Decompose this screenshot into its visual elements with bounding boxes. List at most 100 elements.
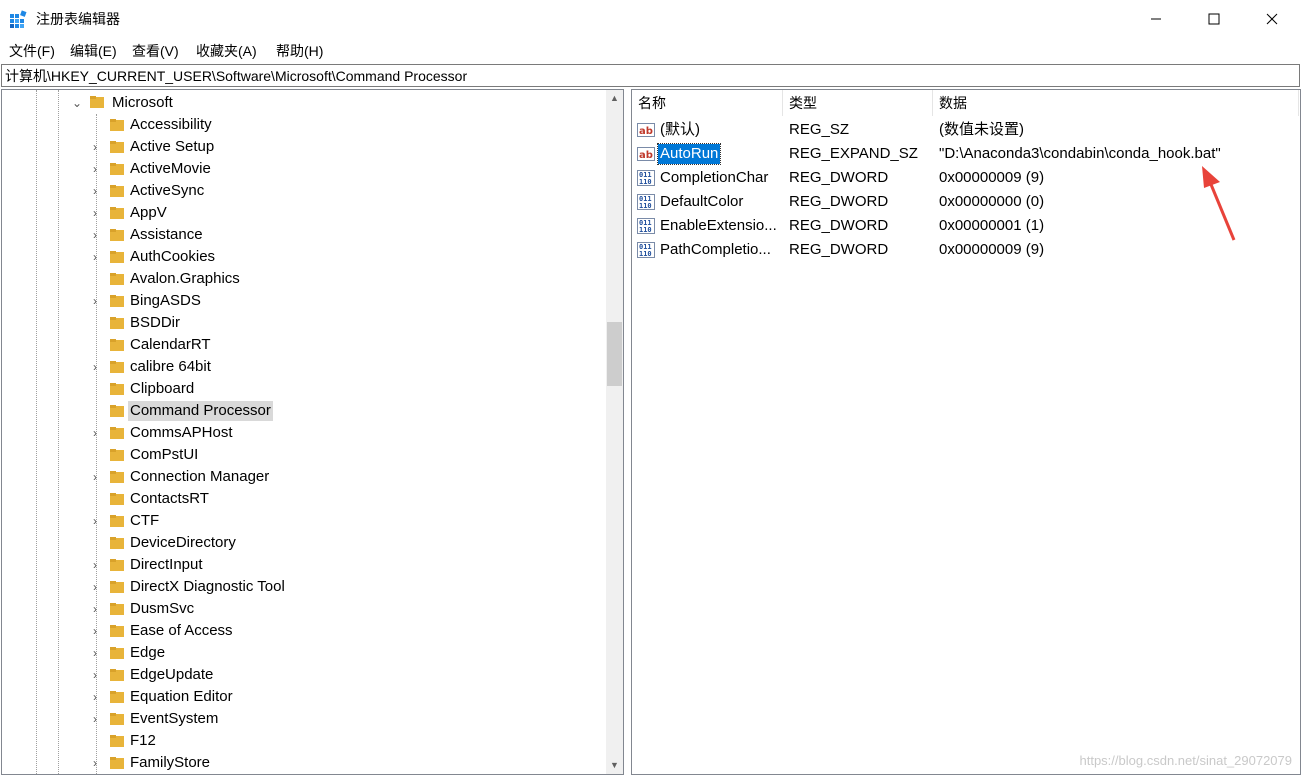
- folder-icon: [110, 625, 124, 637]
- key-tree-pane[interactable]: ⌄ Microsoft Accessibility › Active Setup › A…: [1, 89, 624, 775]
- tree-item[interactable]: ContactsRT: [2, 488, 602, 510]
- expand-chevron-icon[interactable]: ›: [90, 603, 100, 615]
- menu-view[interactable]: 查看(V): [130, 42, 181, 60]
- tree-item[interactable]: › Ease of Access: [2, 620, 602, 642]
- tree-item[interactable]: › AppV: [2, 202, 602, 224]
- tree-item[interactable]: › Assistance: [2, 224, 602, 246]
- tree-item[interactable]: › Active Setup: [2, 136, 602, 158]
- tree-item[interactable]: BSDDir: [2, 312, 602, 334]
- minimize-button[interactable]: [1127, 0, 1185, 38]
- tree-item-label: Equation Editor: [130, 688, 233, 705]
- tree-item[interactable]: › EdgeUpdate: [2, 664, 602, 686]
- tree-item-label: AppV: [130, 204, 167, 221]
- binary-value-icon: 011110: [637, 170, 655, 186]
- menu-help[interactable]: 帮助(H): [274, 42, 325, 60]
- expand-chevron-icon[interactable]: ›: [90, 559, 100, 571]
- scroll-down-icon[interactable]: ▼: [606, 757, 623, 774]
- tree-item[interactable]: CalendarRT: [2, 334, 602, 356]
- expand-chevron-icon[interactable]: ›: [90, 647, 100, 659]
- tree-item[interactable]: ComPstUI: [2, 444, 602, 466]
- expand-chevron-icon[interactable]: ›: [90, 427, 100, 439]
- folder-icon: [110, 427, 124, 439]
- expand-chevron-icon[interactable]: ›: [90, 295, 100, 307]
- tree-item[interactable]: › CTF: [2, 510, 602, 532]
- tree-item[interactable]: › FamilyStore: [2, 752, 602, 774]
- maximize-icon: [1208, 13, 1220, 25]
- expand-chevron-icon[interactable]: ›: [90, 185, 100, 197]
- tree-item-label: Clipboard: [130, 380, 195, 397]
- tree-item[interactable]: Avalon.Graphics: [2, 268, 602, 290]
- folder-icon: [110, 449, 124, 461]
- column-header-data[interactable]: 数据: [933, 90, 1299, 116]
- close-icon: [1266, 13, 1278, 25]
- expand-chevron-icon[interactable]: ›: [90, 229, 100, 241]
- tree-item-label: Connection Manager: [130, 468, 270, 485]
- tree-item[interactable]: Command Processor: [2, 400, 602, 422]
- menu-edit[interactable]: 编辑(E): [68, 42, 119, 60]
- tree-item-label: ActiveSync: [130, 182, 205, 199]
- address-path[interactable]: 计算机\HKEY_CURRENT_USER\Software\Microsoft…: [5, 67, 467, 85]
- expand-chevron-icon[interactable]: ›: [90, 163, 100, 175]
- menu-bar: 文件(F) 编辑(E) 查看(V) 收藏夹(A) 帮助(H): [0, 38, 1303, 64]
- binary-value-icon: 011110: [637, 194, 655, 210]
- expand-chevron-icon[interactable]: ›: [90, 251, 100, 263]
- tree-item[interactable]: › ActiveMovie: [2, 158, 602, 180]
- tree-item[interactable]: DeviceDirectory: [2, 532, 602, 554]
- tree-item[interactable]: › Edge: [2, 642, 602, 664]
- tree-item[interactable]: › DirectInput: [2, 554, 602, 576]
- expand-chevron-icon[interactable]: ›: [90, 625, 100, 637]
- tree-item-label: Assistance: [130, 226, 203, 243]
- expand-chevron-icon[interactable]: ›: [90, 669, 100, 681]
- expand-chevron-icon[interactable]: ›: [90, 471, 100, 483]
- column-header-name[interactable]: 名称: [632, 90, 783, 116]
- tree-item[interactable]: › Equation Editor: [2, 686, 602, 708]
- tree-item[interactable]: Clipboard: [2, 378, 602, 400]
- expand-chevron-icon[interactable]: ›: [90, 207, 100, 219]
- tree-item[interactable]: › calibre 64bit: [2, 356, 602, 378]
- scroll-thumb[interactable]: [607, 322, 622, 386]
- folder-icon: [110, 603, 124, 615]
- column-header-type[interactable]: 类型: [783, 90, 933, 116]
- expand-chevron-icon[interactable]: ›: [90, 691, 100, 703]
- tree-item[interactable]: › DusmSvc: [2, 598, 602, 620]
- expand-chevron-icon[interactable]: ›: [90, 581, 100, 593]
- folder-icon: [110, 537, 124, 549]
- tree-item[interactable]: › CommsAPHost: [2, 422, 602, 444]
- expand-chevron-icon[interactable]: ›: [90, 361, 100, 373]
- window-title: 注册表编辑器: [36, 11, 120, 27]
- tree-item[interactable]: › BingASDS: [2, 290, 602, 312]
- expand-chevron-icon[interactable]: ›: [90, 515, 100, 527]
- value-type: REG_DWORD: [789, 241, 889, 258]
- tree-item-label: BSDDir: [130, 314, 181, 331]
- value-type: REG_DWORD: [789, 169, 889, 186]
- value-row[interactable]: ab (默认) REG_SZ (数值未设置): [632, 118, 1300, 142]
- tree-item-label: DusmSvc: [130, 600, 195, 617]
- address-bar[interactable]: 计算机\HKEY_CURRENT_USER\Software\Microsoft…: [1, 64, 1300, 87]
- close-button[interactable]: [1243, 0, 1301, 38]
- folder-icon: [110, 119, 124, 131]
- tree-item-label: F12: [130, 732, 156, 749]
- title-bar: 注册表编辑器: [0, 0, 1303, 38]
- tree-item-label: calibre 64bit: [130, 358, 211, 375]
- tree-item[interactable]: › DirectX Diagnostic Tool: [2, 576, 602, 598]
- tree-vertical-scrollbar[interactable]: ▲ ▼: [606, 90, 623, 774]
- tree-item[interactable]: Accessibility: [2, 114, 602, 136]
- maximize-button[interactable]: [1185, 0, 1243, 38]
- expand-chevron-icon[interactable]: ›: [90, 713, 100, 725]
- tree-item[interactable]: › AuthCookies: [2, 246, 602, 268]
- string-value-icon: ab: [637, 123, 655, 137]
- tree-item[interactable]: F12: [2, 730, 602, 752]
- expand-chevron-icon[interactable]: ›: [90, 141, 100, 153]
- collapse-icon[interactable]: ⌄: [72, 97, 82, 109]
- menu-file[interactable]: 文件(F): [7, 42, 57, 60]
- tree-item-label: EventSystem: [130, 710, 219, 727]
- tree-item[interactable]: › Connection Manager: [2, 466, 602, 488]
- tree-item-microsoft[interactable]: ⌄ Microsoft: [2, 92, 602, 114]
- menu-favorites[interactable]: 收藏夹(A): [194, 42, 259, 60]
- scroll-up-icon[interactable]: ▲: [606, 90, 623, 107]
- expand-chevron-icon[interactable]: ›: [90, 757, 100, 769]
- tree-item[interactable]: › ActiveSync: [2, 180, 602, 202]
- folder-icon: [110, 581, 124, 593]
- tree-item[interactable]: › EventSystem: [2, 708, 602, 730]
- tree-item-label: Microsoft: [112, 94, 173, 111]
